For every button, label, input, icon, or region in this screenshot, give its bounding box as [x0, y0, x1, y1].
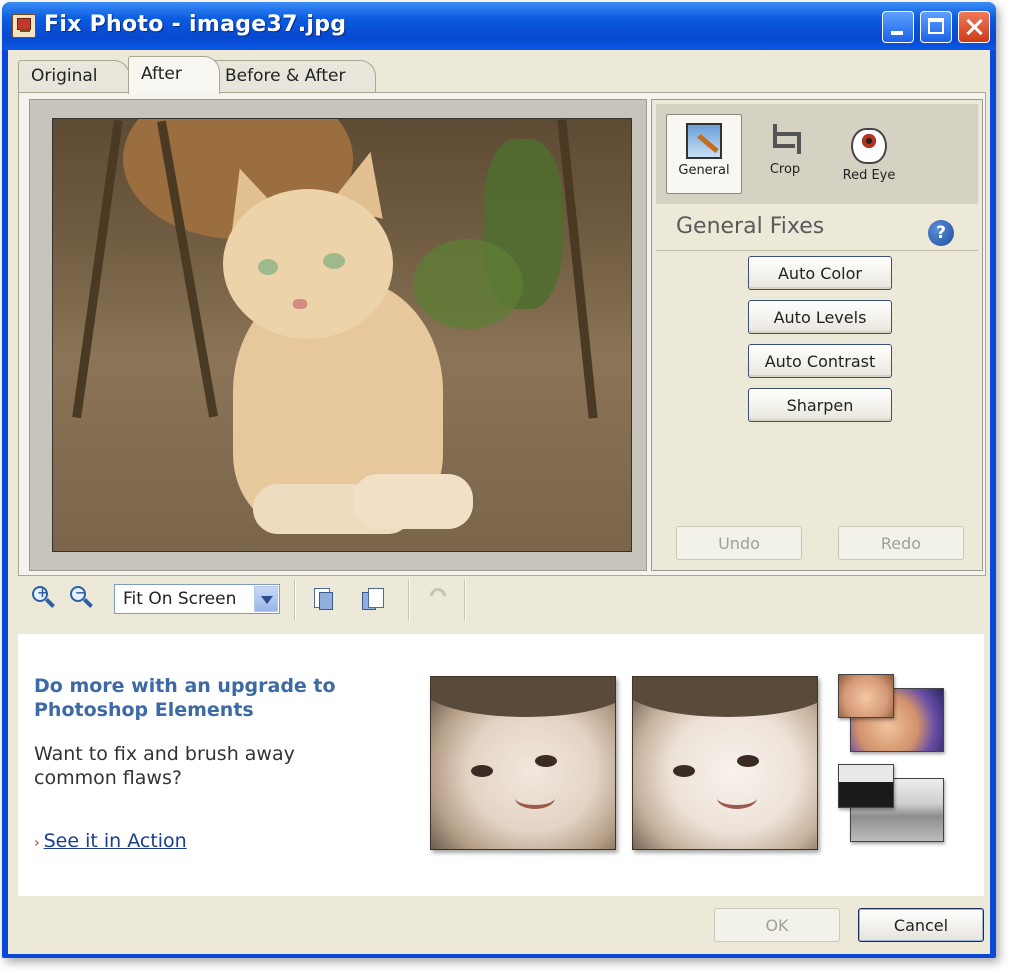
undo-button[interactable]: Undo	[676, 526, 802, 560]
red-eye-icon	[851, 128, 887, 164]
promo-image-detail	[737, 755, 759, 767]
rotate-left-page-back	[319, 592, 333, 610]
app-icon	[12, 14, 36, 38]
fix-panel-title: General Fixes	[676, 214, 825, 239]
photo-cat	[293, 299, 307, 309]
promo-image-detail	[431, 677, 615, 717]
promo-thumbnail-building	[838, 764, 944, 842]
zoom-out-icon[interactable]: −	[70, 586, 94, 610]
fix-panel: General Crop Red Eye General Fixes ? Aut…	[651, 99, 983, 571]
promo-image-detail	[471, 765, 493, 777]
promo-image-detail	[633, 677, 817, 717]
ok-button[interactable]: OK	[714, 908, 840, 942]
rotate-right-page	[368, 588, 384, 608]
tab-before-and-after[interactable]: Before & After	[212, 60, 376, 92]
toolbar-separator	[294, 580, 296, 620]
chevron-down-icon[interactable]	[254, 586, 278, 612]
zoom-select-value: Fit On Screen	[123, 589, 237, 609]
tool-label: General	[678, 163, 730, 178]
photo-cat	[323, 253, 345, 269]
redo-button[interactable]: Redo	[838, 526, 964, 560]
promo-image-after	[632, 676, 818, 850]
promo-image-detail	[535, 755, 557, 767]
chevron-right-icon: ›	[34, 835, 40, 851]
window-title: Fix Photo - image37.jpg	[44, 12, 347, 37]
tool-red-eye-button[interactable]: Red Eye	[832, 114, 906, 192]
promo-image-detail	[673, 765, 695, 777]
help-icon[interactable]: ?	[928, 220, 954, 246]
photo-cat	[223, 189, 393, 339]
rotate-left-icon[interactable]	[310, 586, 336, 612]
close-button[interactable]	[958, 11, 990, 43]
photo-detail	[72, 119, 123, 419]
undo-icon[interactable]	[424, 584, 450, 612]
tool-label: Crop	[769, 162, 801, 177]
promo-text: Want to fix and brush away common flaws?	[34, 743, 295, 789]
toolbar-separator	[408, 580, 410, 620]
tool-label: Red Eye	[842, 168, 896, 183]
fix-photo-window: Fix Photo - image37.jpg Original After B…	[2, 2, 996, 958]
cancel-button[interactable]: Cancel	[858, 908, 984, 942]
photo-detail	[413, 239, 523, 329]
photo-preview-frame	[29, 99, 647, 571]
photo-cat	[258, 259, 278, 275]
auto-levels-button[interactable]: Auto Levels	[748, 300, 892, 334]
auto-color-button[interactable]: Auto Color	[748, 256, 892, 290]
rotate-right-icon[interactable]	[360, 586, 386, 612]
toolbar-separator	[464, 580, 466, 620]
photo-cat	[353, 474, 473, 529]
tool-general-button[interactable]: General	[666, 114, 742, 194]
divider	[656, 250, 978, 251]
minimize-button[interactable]	[882, 11, 914, 43]
upgrade-promo: Do more with an upgrade to Photoshop Ele…	[18, 634, 984, 896]
dialog-body: Original After Before & After General Cr…	[8, 50, 990, 954]
undo-arrow	[426, 584, 450, 608]
tool-strip: General Crop Red Eye	[656, 104, 978, 204]
promo-image-detail	[515, 787, 555, 809]
promo-thumbnail-portrait	[838, 674, 944, 752]
promo-image-detail	[717, 787, 757, 809]
view-toolbar: + − Fit On Screen	[18, 576, 984, 626]
promo-link-row: › See it in Action	[34, 830, 187, 852]
photo-preview[interactable]	[52, 118, 632, 552]
zoom-out-handle	[83, 598, 93, 608]
photo-detail	[557, 119, 598, 419]
sharpen-button[interactable]: Sharpen	[748, 388, 892, 422]
auto-contrast-button[interactable]: Auto Contrast	[748, 344, 892, 378]
crop-icon	[767, 122, 803, 158]
tab-original[interactable]: Original	[18, 60, 130, 92]
promo-thumbnail	[838, 764, 894, 808]
tab-panel: General Crop Red Eye General Fixes ? Aut…	[18, 92, 986, 576]
promo-title: Do more with an upgrade to Photoshop Ele…	[34, 675, 336, 721]
general-fix-icon	[686, 123, 722, 159]
tool-crop-button[interactable]: Crop	[748, 114, 822, 192]
maximize-button[interactable]	[920, 11, 952, 43]
zoom-in-icon[interactable]: +	[32, 586, 56, 610]
promo-thumbnail	[838, 674, 894, 718]
zoom-select[interactable]: Fit On Screen	[114, 584, 280, 614]
see-it-in-action-link[interactable]: See it in Action	[44, 830, 187, 852]
tab-after[interactable]: After	[128, 56, 220, 94]
title-bar[interactable]: Fix Photo - image37.jpg	[2, 2, 996, 50]
zoom-in-handle	[45, 598, 55, 608]
promo-image-before	[430, 676, 616, 850]
